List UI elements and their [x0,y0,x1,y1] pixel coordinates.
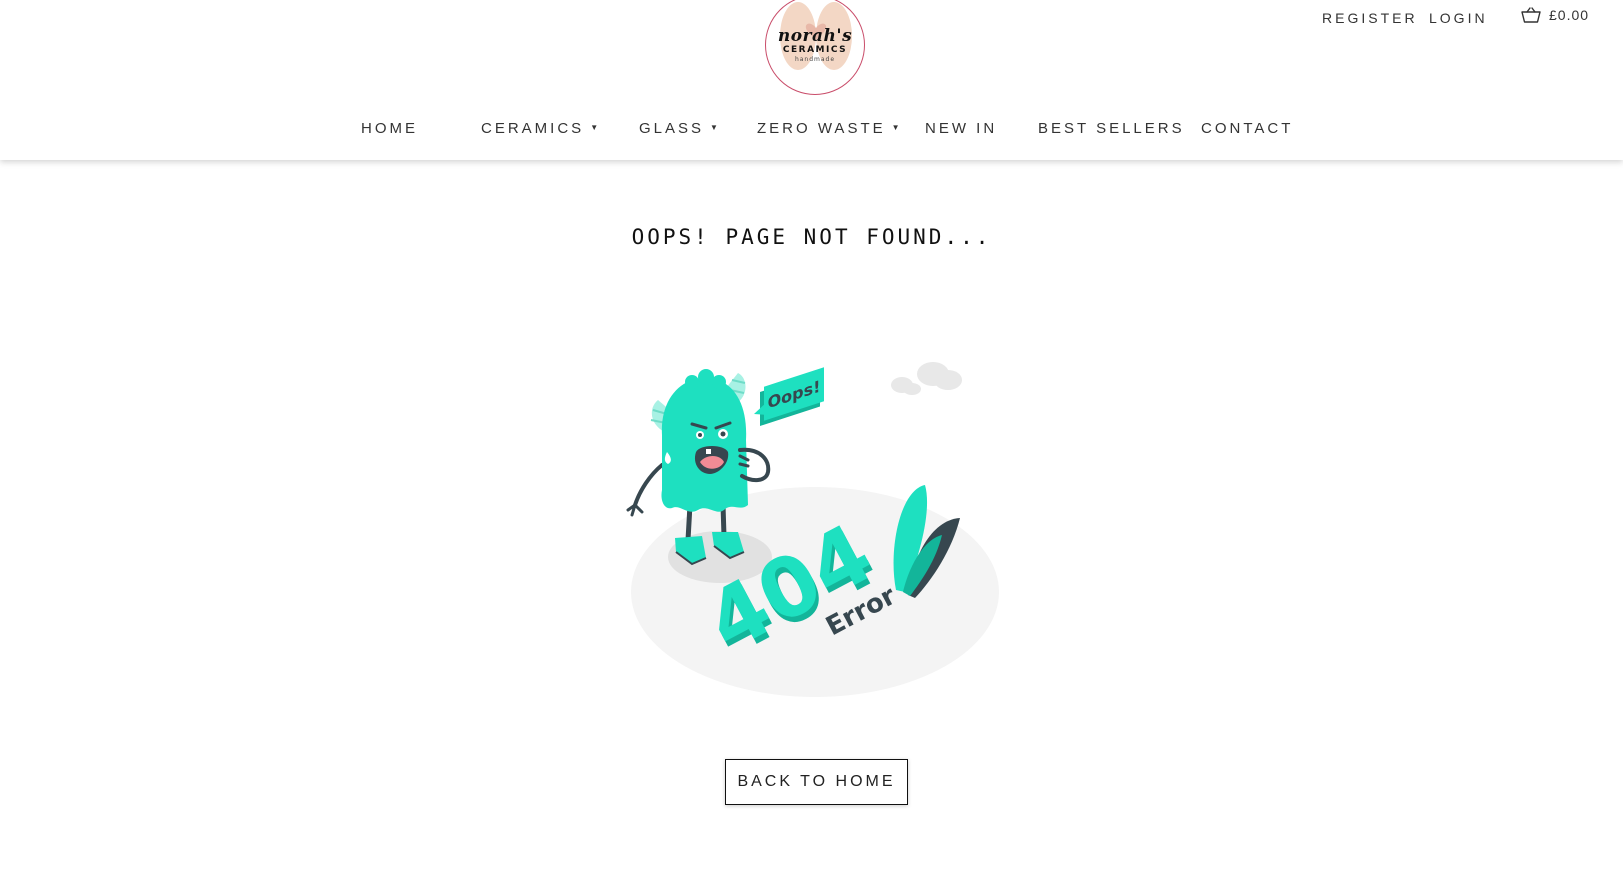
caret-down-icon: ▼ [891,123,900,132]
nav-contact[interactable]: CONTACT [1201,120,1293,137]
nav-new-in[interactable]: NEW IN [925,120,997,137]
page-title: OOPS! PAGE NOT FOUND... [631,225,992,249]
nav-zero-waste[interactable]: ZERO WASTE ▼ [757,120,900,137]
nav-label: NEW IN [925,120,998,137]
monster-404-icon: Oops! 404 404 Error [626,362,999,697]
nav-label: HOME [361,120,418,137]
logo-tagline: handmade [794,56,836,63]
cart-total: £0.00 [1549,7,1590,23]
site-header: norah's CERAMICS handmade REGISTER LOGIN… [0,0,1623,160]
nav-label: CONTACT [1201,120,1294,137]
nav-glass[interactable]: GLASS ▼ [639,120,718,137]
cart-button[interactable]: £0.00 [1521,7,1589,23]
site-logo[interactable]: norah's CERAMICS handmade [765,0,865,95]
basket-icon [1521,7,1541,23]
register-link[interactable]: REGISTER [1322,10,1418,26]
nav-label: GLASS [639,120,705,137]
logo-brand-name: norah's [777,26,853,46]
back-to-home-button[interactable]: BACK TO HOME [725,759,908,805]
nav-home[interactable]: HOME [361,120,418,137]
nav-ceramics[interactable]: CERAMICS ▼ [481,120,598,137]
caret-down-icon: ▼ [710,123,718,132]
nav-label: ZERO WASTE [757,120,886,137]
logo-brand-subtitle: CERAMICS [782,45,848,55]
nav-label: CERAMICS [481,120,585,137]
error-404-illustration: Oops! 404 404 Error [620,340,1010,715]
nav-best-sellers[interactable]: BEST SELLERS [1038,120,1185,137]
nav-label: BEST SELLERS [1038,120,1185,137]
caret-down-icon: ▼ [590,123,599,132]
login-link[interactable]: LOGIN [1429,10,1488,26]
